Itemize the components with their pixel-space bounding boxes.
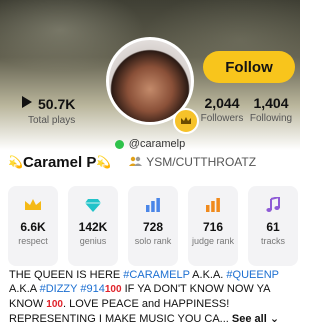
see-all-link[interactable]: See all ⌄: [232, 313, 279, 325]
stat-card-genius[interactable]: 142K genius: [68, 186, 118, 266]
stat-card-judge-rank[interactable]: 716 judge rank: [188, 186, 238, 266]
following-value: 1,404: [253, 95, 289, 111]
see-all-label: See all: [231, 313, 267, 325]
online-status-dot: [114, 139, 124, 149]
stat-label: judge rank: [191, 236, 235, 246]
bio-text-segment: REPRESENTING I MAKE MUSIC YOU CA...: [9, 313, 229, 325]
chevron-down-icon: ⌄: [269, 313, 280, 325]
diamond-icon: [84, 196, 102, 214]
display-name: Caramel P: [22, 153, 97, 171]
following-label: Following: [249, 113, 293, 124]
hundred-emoji: 100: [46, 299, 63, 310]
bio-line: KNOW 100. LOVE PEACE and HAPPINESS!: [9, 297, 299, 312]
group-link[interactable]: YSM/CUTTHROATZ: [129, 155, 256, 169]
followers-stat[interactable]: 2,044 Followers: [198, 95, 246, 124]
hashtag-link[interactable]: #914: [80, 283, 104, 295]
followers-value: 2,044: [204, 95, 240, 111]
hashtag-link[interactable]: #QUEENP: [226, 269, 279, 281]
following-stat[interactable]: 1,404 Following: [248, 95, 294, 124]
hashtag-link[interactable]: #CARAMELP: [123, 269, 189, 281]
bio-line: REPRESENTING I MAKE MUSIC YOU CA... See …: [9, 312, 299, 326]
stat-value: 716: [202, 220, 224, 234]
stat-card-tracks[interactable]: 61 tracks: [248, 186, 298, 266]
bio-text-segment: A.K.A.: [189, 269, 227, 281]
name-row: 💫 Caramel P 💫 YSM/CUTTHROATZ: [8, 153, 298, 171]
sparkle-icon: 💫: [8, 155, 23, 169]
bar-chart-icon: [145, 196, 161, 214]
group-name: YSM/CUTTHROATZ: [146, 155, 257, 169]
stat-label: solo rank: [134, 236, 172, 246]
bio-text-segment: THE QUEEN IS HERE: [9, 269, 124, 281]
follow-button[interactable]: Follow: [203, 51, 295, 83]
stats-cards: 6.6K respect 142K genius 728 solo rank 7…: [8, 186, 308, 266]
crown-icon: [24, 196, 42, 214]
group-icon: [129, 155, 143, 169]
bio-text-segment: A.K.A: [9, 283, 40, 295]
stat-value: 6.6K: [20, 220, 46, 234]
stat-label: genius: [79, 236, 107, 246]
user-handle: @caramelp: [128, 138, 186, 150]
bar-chart-icon: [205, 196, 221, 214]
total-plays-value: 50.7K: [38, 96, 76, 112]
stat-value: 61: [266, 220, 280, 234]
stat-value: 728: [142, 220, 164, 234]
stat-label: tracks: [260, 236, 285, 246]
total-plays-stat: 50.7K Total plays: [22, 95, 75, 126]
followers-label: Followers: [200, 113, 244, 124]
bio-line: THE QUEEN IS HERE #CARAMELP A.K.A. #QUEE…: [9, 268, 299, 282]
total-plays-label: Total plays: [28, 115, 76, 126]
bio-line: A.K.A #DIZZY #914100 IF YA DON'T KNOW NO…: [9, 282, 299, 297]
handle-row: @caramelp: [0, 138, 300, 150]
hundred-emoji: 100: [104, 284, 122, 295]
bio-text-segment: IF YA DON'T KNOW NOW YA: [121, 283, 271, 295]
bio-text: THE QUEEN IS HERE #CARAMELP A.K.A. #QUEE…: [9, 268, 299, 326]
music-note-icon: [266, 196, 280, 214]
stat-card-solo-rank[interactable]: 728 solo rank: [128, 186, 178, 266]
stat-value: 142K: [78, 220, 108, 234]
stat-card-respect[interactable]: 6.6K respect: [8, 186, 58, 266]
crown-badge-icon: [173, 108, 199, 134]
play-icon: [22, 95, 32, 113]
sparkle-icon: 💫: [96, 155, 112, 169]
hashtag-link[interactable]: #DIZZY: [40, 283, 78, 295]
stat-label: respect: [18, 236, 48, 246]
